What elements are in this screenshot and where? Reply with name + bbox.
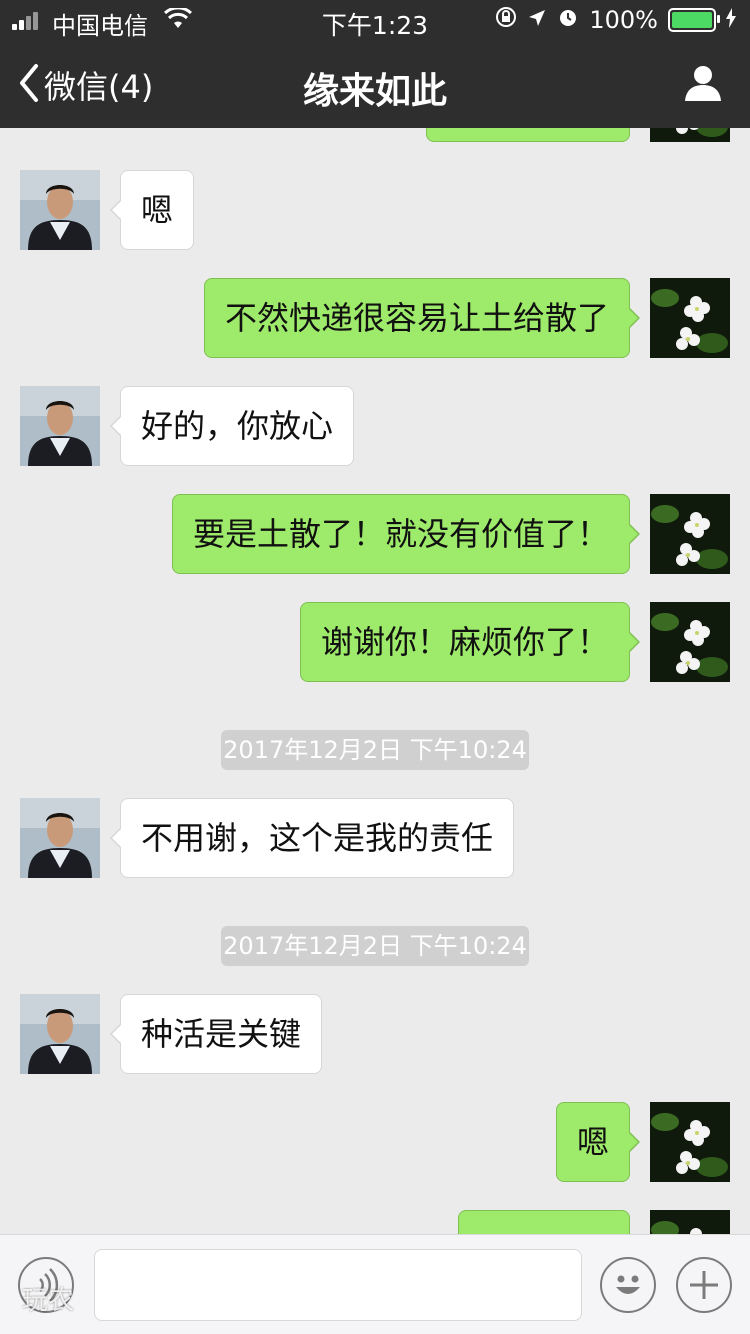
status-bar: 中国电信 下午1:23 100%: [0, 0, 750, 40]
man-avatar-image: [20, 170, 100, 250]
charging-icon: [726, 6, 736, 34]
message-bubble-self[interactable]: [426, 128, 630, 142]
contact-avatar[interactable]: [20, 798, 100, 878]
self-avatar[interactable]: [650, 602, 730, 682]
message-bubble-other[interactable]: 不用谢，这个是我的责任: [109, 798, 515, 878]
emoji-button[interactable]: [600, 1257, 656, 1313]
message-bubble-other[interactable]: 种活是关键: [109, 994, 323, 1074]
flower-avatar-image: [650, 1102, 730, 1182]
flower-avatar-image: [650, 1210, 730, 1234]
contact-avatar[interactable]: [20, 994, 100, 1074]
message-bubble-self[interactable]: 不然快递很容易让土给散了: [203, 278, 641, 358]
rotation-lock-icon: [495, 6, 517, 34]
input-bar: [0, 1234, 750, 1334]
flower-avatar-image: [650, 278, 730, 358]
contact-avatar[interactable]: [20, 386, 100, 466]
man-avatar-image: [20, 994, 100, 1074]
flower-avatar-image: [650, 494, 730, 574]
plus-icon: [678, 1271, 730, 1315]
contact-avatar[interactable]: [20, 170, 100, 250]
message-bubble-self[interactable]: 谢谢你！麻烦你了！: [299, 602, 641, 682]
battery-icon: [668, 8, 720, 32]
message-bubble-self[interactable]: 嗯: [555, 1102, 641, 1182]
message-input[interactable]: [94, 1249, 582, 1321]
message-bubble-self[interactable]: 要是土散了！就没有价值了！: [171, 494, 641, 574]
battery-percent: 100%: [589, 6, 658, 34]
alarm-icon: [557, 6, 579, 34]
chat-title: 缘来如此: [302, 71, 447, 112]
message-bubble-other[interactable]: 嗯: [109, 170, 195, 250]
self-avatar[interactable]: [650, 128, 730, 142]
person-icon: [684, 66, 722, 106]
profile-button[interactable]: [684, 64, 722, 106]
self-avatar[interactable]: [650, 1210, 730, 1234]
location-icon: [527, 6, 547, 34]
timestamp-label: 2017年12月2日 下午10:24: [221, 730, 529, 770]
watermark: 玩农: [22, 1286, 75, 1316]
nav-bar: 微信(4) 缘来如此: [0, 40, 750, 128]
self-avatar[interactable]: [650, 1102, 730, 1182]
emoji-icon: [602, 1275, 654, 1315]
self-avatar[interactable]: [650, 278, 730, 358]
flower-avatar-image: [650, 128, 730, 142]
flower-avatar-image: [650, 602, 730, 682]
message-bubble-self[interactable]: [458, 1210, 630, 1234]
more-button[interactable]: [676, 1257, 732, 1313]
man-avatar-image: [20, 798, 100, 878]
chat-area[interactable]: 嗯 不然快递很容易让土给散了 好的，你放心 要是土散了！就没有价值了！ 谢谢你！…: [0, 128, 750, 1234]
man-avatar-image: [20, 386, 100, 466]
message-bubble-other[interactable]: 好的，你放心: [109, 386, 355, 466]
self-avatar[interactable]: [650, 494, 730, 574]
timestamp-label: 2017年12月2日 下午10:24: [221, 926, 529, 966]
top-bar: 中国电信 下午1:23 100% 微信(4) 缘来如此: [0, 0, 750, 128]
